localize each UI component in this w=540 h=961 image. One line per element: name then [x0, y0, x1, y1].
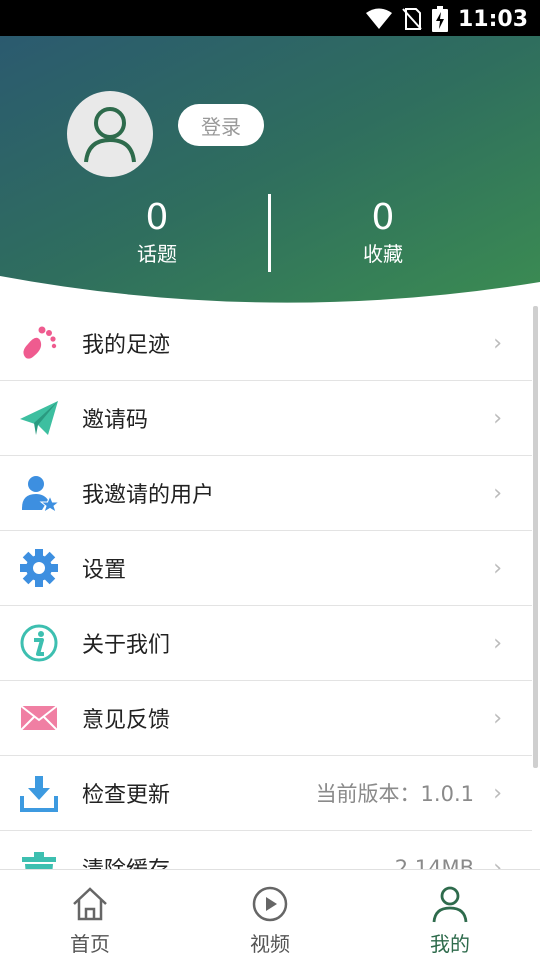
chevron-right-icon: ›: [493, 555, 502, 581]
menu-item-invited-users[interactable]: 我邀请的用户 ›: [0, 456, 532, 531]
avatar[interactable]: [67, 91, 153, 177]
user-star-icon: [18, 472, 60, 514]
scrollbar[interactable]: [533, 306, 538, 768]
login-button[interactable]: 登录: [178, 104, 264, 146]
envelope-icon: [18, 697, 60, 739]
download-icon: [18, 772, 60, 814]
menu-label-feedback: 意见反馈: [82, 708, 171, 733]
bottom-tab-bar: 首页 视频 我的: [0, 869, 540, 961]
menu-label-footprints: 我的足迹: [82, 333, 171, 358]
menu-item-check-update[interactable]: 检查更新 当前版本：1.0.1 ›: [0, 756, 532, 831]
paper-plane-icon: [18, 397, 60, 439]
chevron-right-icon: ›: [493, 705, 502, 731]
gear-icon: [18, 547, 60, 589]
battery-charging-icon: [431, 6, 448, 32]
menu-item-settings[interactable]: 设置 ›: [0, 531, 532, 606]
topics-stat[interactable]: 0 话题: [57, 196, 257, 268]
menu-label-about: 关于我们: [82, 633, 171, 658]
favorites-label: 收藏: [363, 242, 403, 266]
tab-home-label: 首页: [70, 932, 110, 956]
tab-video-label: 视频: [250, 932, 290, 956]
status-bar: 11:03: [0, 0, 540, 36]
tab-mine-label: 我的: [430, 932, 470, 956]
stats-divider: [268, 194, 271, 272]
menu-item-footprints[interactable]: 我的足迹 ›: [0, 306, 532, 381]
topics-label: 话题: [137, 242, 177, 266]
profile-header: 登录 0 话题 0 收藏: [0, 36, 540, 306]
favorites-count: 0: [371, 197, 395, 238]
settings-menu: 我的足迹 › 邀请码 › 我邀请的用户 › 设置 › 关于我们 › 意见反馈 ›…: [0, 306, 532, 906]
footprint-icon: [18, 322, 60, 364]
favorites-stat[interactable]: 0 收藏: [283, 196, 483, 268]
info-icon: [18, 622, 60, 664]
menu-label-check-update: 检查更新: [82, 783, 171, 808]
wifi-icon: [365, 8, 392, 29]
clock: 11:03: [457, 6, 528, 32]
menu-label-settings: 设置: [82, 558, 127, 583]
tab-home[interactable]: 首页: [0, 870, 180, 961]
tab-mine[interactable]: 我的: [360, 870, 540, 961]
chevron-right-icon: ›: [493, 780, 502, 806]
home-icon: [73, 887, 107, 921]
person-icon: [84, 107, 136, 163]
menu-label-invite-code: 邀请码: [82, 408, 149, 433]
menu-item-invite-code[interactable]: 邀请码 ›: [0, 381, 532, 456]
tab-video[interactable]: 视频: [180, 870, 360, 961]
chevron-right-icon: ›: [493, 330, 502, 356]
chevron-right-icon: ›: [493, 630, 502, 656]
app-version-text: 当前版本：1.0.1: [315, 782, 474, 806]
menu-item-about[interactable]: 关于我们 ›: [0, 606, 532, 681]
topics-count: 0: [145, 197, 169, 238]
no-sim-icon: [402, 8, 422, 30]
menu-label-invited-users: 我邀请的用户: [82, 483, 215, 508]
menu-item-feedback[interactable]: 意见反馈 ›: [0, 681, 532, 756]
play-icon: [252, 886, 288, 922]
chevron-right-icon: ›: [493, 480, 502, 506]
person-icon: [432, 886, 468, 923]
chevron-right-icon: ›: [493, 405, 502, 431]
